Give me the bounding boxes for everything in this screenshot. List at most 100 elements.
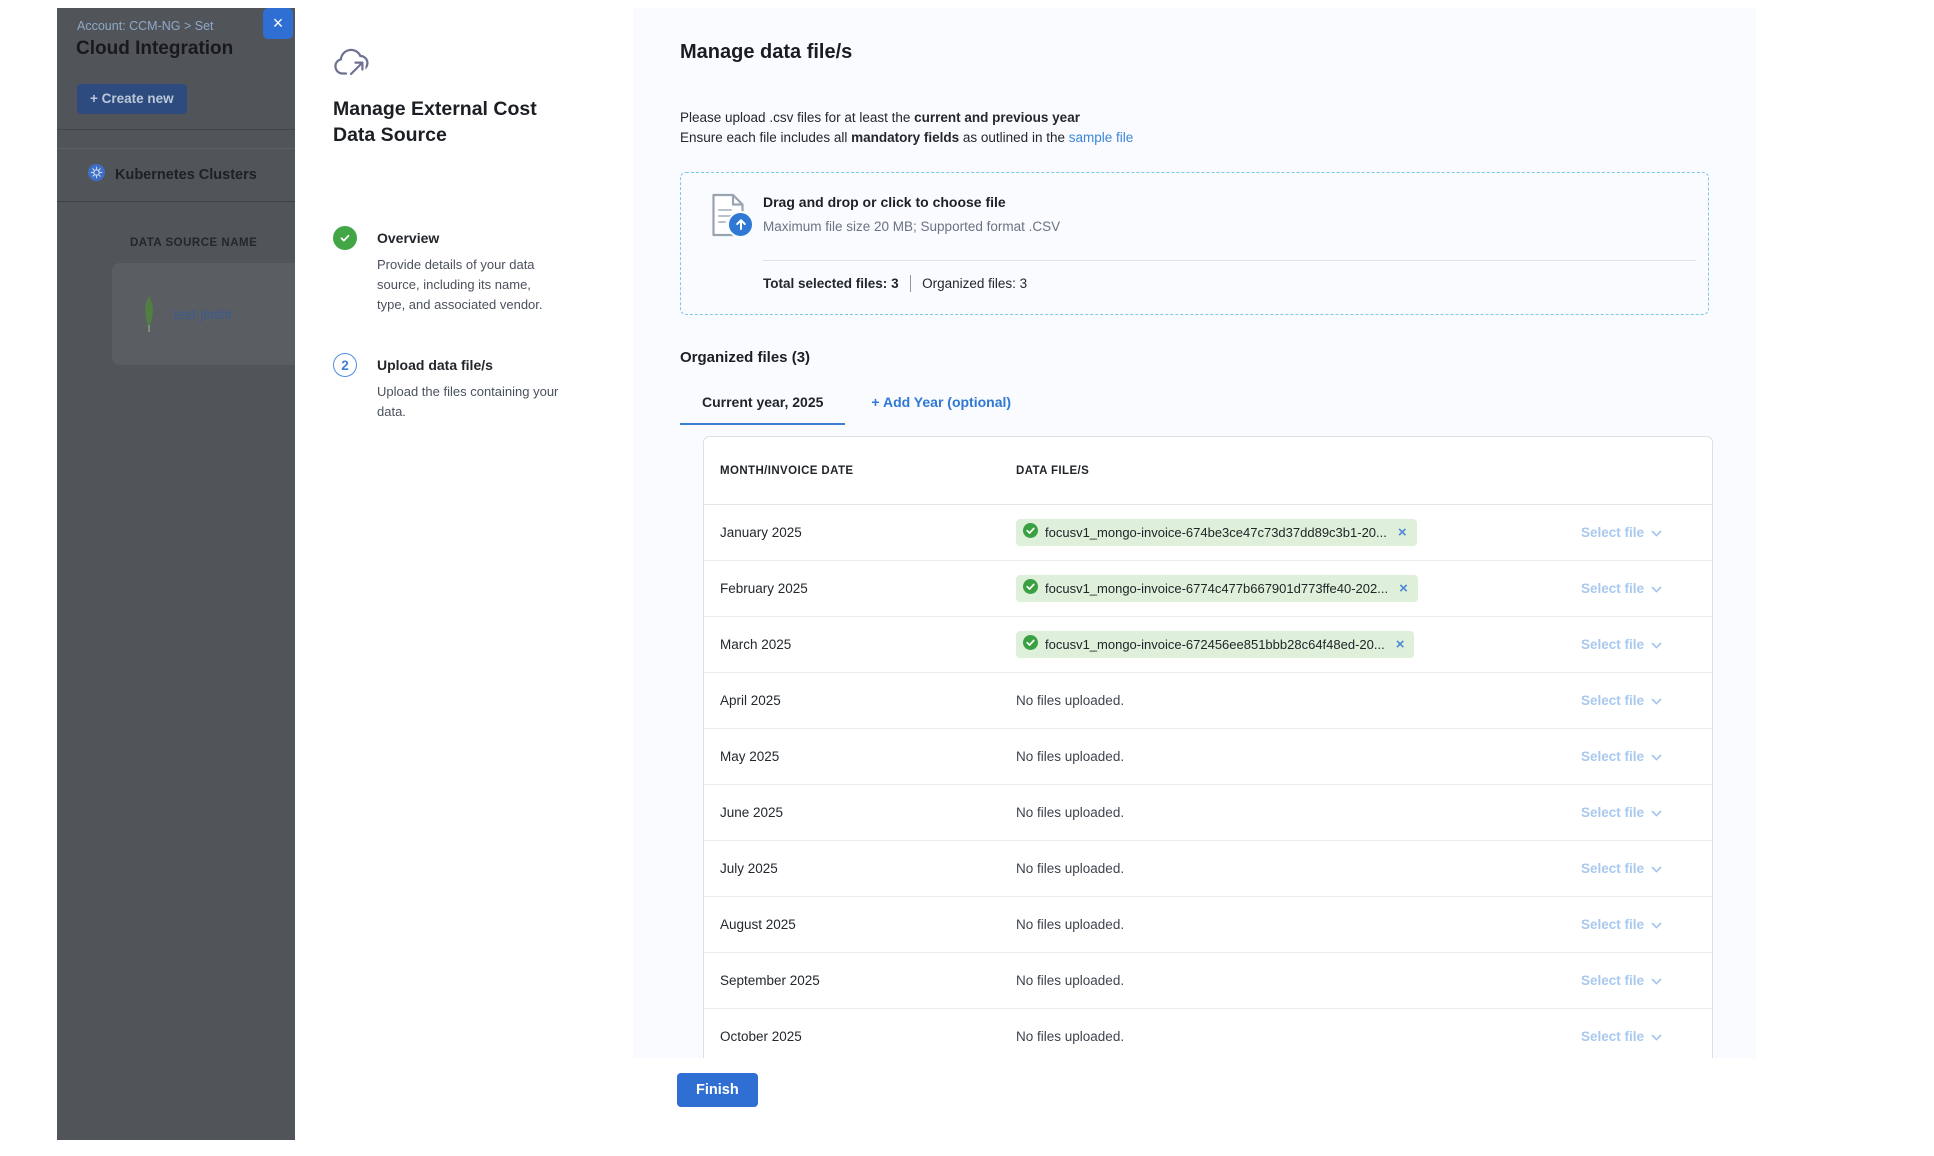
upload-file-icon bbox=[711, 193, 759, 245]
select-file-label: Select file bbox=[1581, 693, 1644, 708]
manage-data-files-title: Manage data file/s bbox=[680, 41, 852, 64]
file-uploaded-check-icon bbox=[1023, 579, 1038, 599]
select-file-dropdown[interactable]: Select file bbox=[1532, 805, 1712, 820]
file-chip-name: focusv1_mongo-invoice-674be3ce47c73d37dd… bbox=[1045, 525, 1387, 540]
select-file-label: Select file bbox=[1581, 805, 1644, 820]
select-file-dropdown[interactable]: Select file bbox=[1532, 917, 1712, 932]
select-file-dropdown[interactable]: Select file bbox=[1532, 749, 1712, 764]
month-cell: April 2025 bbox=[704, 693, 1016, 708]
table-row: October 2025 No files uploaded. Select f… bbox=[704, 1009, 1712, 1058]
organized-files-count: Organized files: 3 bbox=[922, 276, 1027, 291]
organized-files-heading: Organized files (3) bbox=[680, 349, 810, 366]
month-cell: May 2025 bbox=[704, 749, 1016, 764]
select-file-label: Select file bbox=[1581, 525, 1644, 540]
month-cell: February 2025 bbox=[704, 581, 1016, 596]
drawer-footer: Finish bbox=[295, 1058, 1756, 1140]
step-overview-label: Overview bbox=[377, 226, 578, 246]
select-file-dropdown[interactable]: Select file bbox=[1532, 973, 1712, 988]
step-complete-check-icon bbox=[333, 226, 357, 250]
month-cell: October 2025 bbox=[704, 1029, 1016, 1044]
stepper: Overview Provide details of your data so… bbox=[333, 226, 578, 460]
chip-remove-icon[interactable]: × bbox=[1399, 581, 1408, 596]
empty-files-text: No files uploaded. bbox=[1016, 749, 1124, 764]
files-cell: focusv1_mongo-invoice-672456ee851bbb28c6… bbox=[1016, 631, 1532, 658]
files-cell: No files uploaded. bbox=[1016, 749, 1532, 764]
chip-remove-icon[interactable]: × bbox=[1398, 525, 1407, 540]
table-row: May 2025 No files uploaded. Select file bbox=[704, 729, 1712, 785]
select-file-label: Select file bbox=[1581, 1029, 1644, 1044]
table-row: June 2025 No files uploaded. Select file bbox=[704, 785, 1712, 841]
background-page-overlay: Account: CCM-NG > Set Cloud Integration … bbox=[57, 8, 295, 1140]
select-file-dropdown[interactable]: Select file bbox=[1532, 637, 1712, 652]
select-file-dropdown[interactable]: Select file bbox=[1532, 525, 1712, 540]
month-cell: March 2025 bbox=[704, 637, 1016, 652]
column-header-data-files: DATA FILE/S bbox=[1016, 465, 1712, 477]
create-new-button[interactable]: + Create new bbox=[77, 84, 187, 114]
data-source-row[interactable]: test-jbisht bbox=[112, 263, 295, 365]
files-cell: focusv1_mongo-invoice-6774c477b667901d77… bbox=[1016, 575, 1532, 602]
step-upload-label: Upload data file/s bbox=[377, 353, 578, 373]
empty-files-text: No files uploaded. bbox=[1016, 861, 1124, 876]
sample-file-link[interactable]: sample file bbox=[1069, 130, 1134, 145]
table-row: January 2025 focusv1_mongo-invoice-674be… bbox=[704, 505, 1712, 561]
divider bbox=[57, 129, 295, 130]
chevron-down-icon bbox=[1651, 525, 1662, 540]
step-upload-data-files[interactable]: 2 Upload data file/s Upload the files co… bbox=[333, 353, 578, 422]
table-row: April 2025 No files uploaded. Select fil… bbox=[704, 673, 1712, 729]
total-selected-files-label: Total selected files: 3 bbox=[763, 276, 899, 291]
files-cell: focusv1_mongo-invoice-674be3ce47c73d37dd… bbox=[1016, 519, 1532, 546]
file-rows: January 2025 focusv1_mongo-invoice-674be… bbox=[704, 505, 1712, 1058]
drawer-sidebar: Manage External Cost Data Source Overvie… bbox=[295, 8, 633, 1140]
select-file-dropdown[interactable]: Select file bbox=[1532, 861, 1712, 876]
chevron-down-icon bbox=[1651, 1029, 1662, 1044]
select-file-label: Select file bbox=[1581, 637, 1644, 652]
chevron-down-icon bbox=[1651, 749, 1662, 764]
add-year-button[interactable]: + Add Year (optional) bbox=[871, 394, 1011, 423]
close-button[interactable]: × bbox=[263, 8, 293, 39]
chip-remove-icon[interactable]: × bbox=[1396, 637, 1405, 652]
file-chip: focusv1_mongo-invoice-674be3ce47c73d37dd… bbox=[1016, 519, 1417, 546]
empty-files-text: No files uploaded. bbox=[1016, 973, 1124, 988]
dropzone-title: Drag and drop or click to choose file bbox=[763, 194, 1006, 210]
select-file-label: Select file bbox=[1581, 581, 1644, 596]
file-dropzone[interactable]: Drag and drop or click to choose file Ma… bbox=[680, 172, 1709, 315]
empty-files-text: No files uploaded. bbox=[1016, 917, 1124, 932]
mongodb-leaf-icon bbox=[142, 295, 156, 338]
step-number-badge: 2 bbox=[333, 353, 357, 377]
close-icon: × bbox=[273, 13, 284, 33]
data-source-name-link[interactable]: test-jbisht bbox=[174, 307, 232, 322]
manage-data-source-drawer: Manage External Cost Data Source Overvie… bbox=[295, 8, 1756, 1140]
dropzone-divider bbox=[763, 260, 1696, 261]
file-counts: Total selected files: 3 Organized files:… bbox=[763, 275, 1027, 292]
data-source-name-column-header: DATA SOURCE NAME bbox=[130, 237, 257, 249]
breadcrumb[interactable]: Account: CCM-NG > Set bbox=[77, 19, 214, 33]
drawer-main-panel: Manage data file/s Please upload .csv fi… bbox=[633, 8, 1756, 1058]
tab-kubernetes-clusters[interactable]: Kubernetes Clusters bbox=[57, 148, 295, 202]
chevron-down-icon bbox=[1651, 805, 1662, 820]
chevron-down-icon bbox=[1651, 973, 1662, 988]
select-file-dropdown[interactable]: Select file bbox=[1532, 693, 1712, 708]
chevron-down-icon bbox=[1651, 637, 1662, 652]
files-cell: No files uploaded. bbox=[1016, 1029, 1532, 1044]
step-overview[interactable]: Overview Provide details of your data so… bbox=[333, 226, 578, 315]
select-file-dropdown[interactable]: Select file bbox=[1532, 1029, 1712, 1044]
file-uploaded-check-icon bbox=[1023, 523, 1038, 543]
table-row: September 2025 No files uploaded. Select… bbox=[704, 953, 1712, 1009]
empty-files-text: No files uploaded. bbox=[1016, 805, 1124, 820]
month-cell: September 2025 bbox=[704, 973, 1016, 988]
page-title: Cloud Integration bbox=[76, 38, 233, 60]
file-uploaded-check-icon bbox=[1023, 635, 1038, 655]
instruction-line-1: Please upload .csv files for at least th… bbox=[680, 108, 1133, 128]
chevron-down-icon bbox=[1651, 917, 1662, 932]
dropzone-subtitle: Maximum file size 20 MB; Supported forma… bbox=[763, 219, 1060, 234]
file-chip-name: focusv1_mongo-invoice-672456ee851bbb28c6… bbox=[1045, 637, 1385, 652]
month-cell: June 2025 bbox=[704, 805, 1016, 820]
upload-arrow-icon bbox=[727, 211, 754, 238]
select-file-dropdown[interactable]: Select file bbox=[1532, 581, 1712, 596]
finish-button[interactable]: Finish bbox=[677, 1073, 758, 1107]
tab-current-year-2025[interactable]: Current year, 2025 bbox=[680, 394, 845, 425]
chevron-down-icon bbox=[1651, 581, 1662, 596]
step-upload-description: Upload the files containing your data. bbox=[377, 382, 562, 422]
monthly-files-table: MONTH/INVOICE DATE DATA FILE/S January 2… bbox=[703, 436, 1713, 1058]
select-file-label: Select file bbox=[1581, 973, 1644, 988]
